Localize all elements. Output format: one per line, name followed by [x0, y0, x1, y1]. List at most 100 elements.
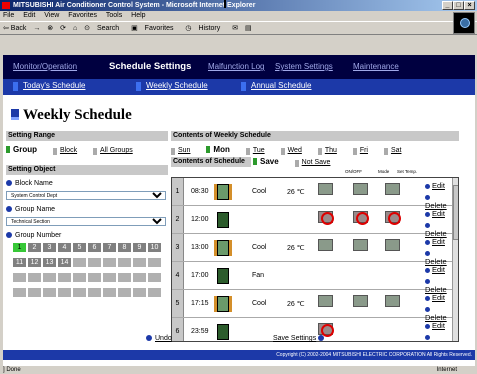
col-onoff: ON/OFF [345, 169, 362, 174]
save-settings-link[interactable]: Save Settings [273, 335, 327, 342]
unit-icon [217, 240, 229, 256]
row-number: 3 [172, 234, 184, 261]
block-name-dropdown[interactable]: System Control Dept [6, 191, 166, 200]
group-name-select[interactable]: Technical Section [6, 217, 166, 226]
window-title: MITSUBISHI Air Conditioner Control Syste… [13, 2, 256, 9]
edit-icon[interactable]: ▤ [245, 25, 252, 32]
save-option-save[interactable]: Save [253, 157, 279, 166]
onoff-disabled-icon[interactable] [318, 211, 334, 225]
group-number-empty [148, 288, 161, 297]
onoff-control-icon[interactable] [318, 239, 333, 251]
mail-icon[interactable]: ✉ [232, 25, 238, 32]
group-number-empty [133, 258, 146, 267]
col-mode: Mode [378, 169, 390, 174]
edit-link[interactable]: Edit [425, 321, 445, 330]
temp-control-icon[interactable] [385, 183, 400, 195]
group-number-empty [148, 258, 161, 267]
forward-button[interactable]: → [33, 25, 40, 32]
group-number-5[interactable]: 5 [73, 243, 86, 252]
group-number-8[interactable]: 8 [118, 243, 131, 252]
temp-control-icon[interactable] [385, 239, 400, 251]
day-thu[interactable]: Thu [318, 147, 337, 154]
day-tue[interactable]: Tue [246, 147, 265, 154]
day-wed[interactable]: Wed [281, 147, 302, 154]
group-number-10[interactable]: 10 [148, 243, 161, 252]
row-temp: 26 ℃ [287, 301, 305, 308]
scrollbar-thumb[interactable] [453, 185, 458, 240]
nav-malfunction-log[interactable]: Malfunction Log [208, 62, 264, 71]
menu-tools[interactable]: Tools [106, 12, 122, 19]
block-name-select[interactable]: System Control Dept [6, 191, 166, 200]
mode-disabled-icon[interactable] [353, 211, 369, 225]
day-fri[interactable]: Fri [353, 147, 368, 154]
group-number-12[interactable]: 12 [28, 258, 41, 267]
group-number-3[interactable]: 3 [43, 243, 56, 252]
range-all-groups[interactable]: All Groups [93, 147, 133, 154]
group-number-9[interactable]: 9 [133, 243, 146, 252]
day-mon[interactable]: Mon [206, 145, 229, 154]
menu-help[interactable]: Help [131, 12, 145, 19]
maximize-button[interactable]: □ [453, 1, 464, 10]
save-options: Save Not Save [253, 157, 344, 166]
stop-icon[interactable]: ⊗ [47, 25, 53, 32]
row-mode: Cool [252, 300, 267, 307]
search-button[interactable]: ⊙ Search [84, 25, 124, 32]
bullet-icon [425, 212, 430, 217]
mode-control-icon[interactable] [353, 295, 368, 307]
scrollbar[interactable] [452, 178, 458, 341]
menu-favorites[interactable]: Favorites [68, 12, 97, 19]
home-icon[interactable]: ⌂ [73, 25, 77, 32]
group-number-11[interactable]: 11 [13, 258, 26, 267]
day-sat[interactable]: Sat [384, 147, 402, 154]
refresh-icon[interactable]: ⟳ [60, 25, 66, 32]
close-button[interactable]: × [464, 1, 475, 10]
edit-link[interactable]: Edit [425, 293, 445, 302]
nav-maintenance[interactable]: Maintenance [353, 62, 399, 71]
edit-link[interactable]: Edit [425, 181, 445, 190]
group-number-2[interactable]: 2 [28, 243, 41, 252]
row-number: 5 [172, 290, 184, 317]
table-row: 4 17:00 Fan Edit Delete [172, 262, 452, 294]
subnav-annual-schedule[interactable]: Annual Schedule [241, 81, 312, 91]
menu-file[interactable]: File [3, 12, 14, 19]
group-number-7[interactable]: 7 [103, 243, 116, 252]
temp-control-icon[interactable] [385, 295, 400, 307]
nav-system-settings[interactable]: System Settings [275, 62, 333, 71]
subnav-weekly-schedule[interactable]: Weekly Schedule [136, 81, 208, 91]
group-number-14[interactable]: 14 [58, 258, 71, 267]
nav-monitor-operation[interactable]: Monitor/Operation [13, 62, 77, 71]
window-titlebar: MITSUBISHI Air Conditioner Control Syste… [0, 0, 477, 11]
bullet-icon [146, 335, 152, 341]
menu-view[interactable]: View [44, 12, 59, 19]
back-button[interactable]: ⇦ Back [3, 25, 26, 32]
edit-link[interactable]: Edit [425, 209, 445, 218]
range-group[interactable]: Group [6, 145, 37, 154]
group-number-1[interactable]: 1 [13, 243, 26, 252]
subnav-todays-schedule[interactable]: Today's Schedule [13, 81, 85, 91]
range-block[interactable]: Block [53, 147, 77, 154]
group-number-13[interactable]: 13 [43, 258, 56, 267]
schedule-contents-header: Contents of Schedule [171, 157, 251, 167]
onoff-control-icon[interactable] [318, 183, 333, 195]
onoff-control-icon[interactable] [318, 295, 333, 307]
nav-schedule-settings[interactable]: Schedule Settings [109, 61, 191, 72]
day-sun[interactable]: Sun [171, 147, 190, 154]
edit-link[interactable]: Edit [425, 237, 445, 246]
mode-control-icon[interactable] [353, 183, 368, 195]
row-time: 12:00 [191, 216, 209, 223]
mode-control-icon[interactable] [353, 239, 368, 251]
edit-link[interactable]: Edit [425, 265, 445, 274]
history-button[interactable]: ◷ History [185, 25, 225, 32]
undo-link[interactable]: Undo [146, 335, 172, 342]
menu-edit[interactable]: Edit [23, 12, 35, 19]
group-number-4[interactable]: 4 [58, 243, 71, 252]
schedule-table: 1 08:30 Cool 26 ℃ Edit Delete 2 12:00 Edit Delete… [171, 177, 459, 342]
favorites-button[interactable]: ▣ Favorites [131, 25, 178, 32]
minimize-button[interactable]: _ [442, 1, 453, 10]
group-name-dropdown[interactable]: Technical Section [6, 217, 166, 226]
save-option-not-save[interactable]: Not Save [295, 159, 331, 166]
group-number-6[interactable]: 6 [88, 243, 101, 252]
temp-disabled-icon[interactable] [385, 211, 401, 225]
unit-icon [217, 268, 229, 284]
row-mode: Fan [252, 272, 265, 279]
